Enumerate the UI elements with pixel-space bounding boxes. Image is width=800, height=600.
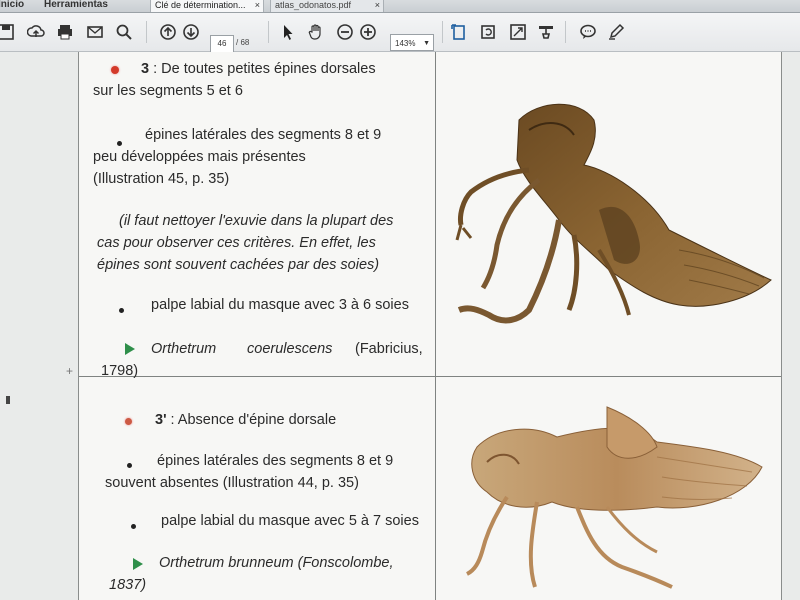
criterion-text: palpe labial du masque avec 3 à 6 soies [151, 297, 409, 313]
close-icon[interactable]: × [375, 0, 380, 11]
note-text: épines sont souvent cachées par des soie… [97, 257, 380, 273]
comment-icon[interactable] [578, 22, 598, 42]
couplet-number: 3' [155, 412, 167, 428]
select-arrow-icon[interactable] [278, 22, 298, 42]
page-edge-marker [6, 396, 10, 404]
bullet [131, 524, 136, 529]
bullet [119, 308, 124, 313]
zoom-select[interactable]: 143% ▼ [390, 34, 434, 51]
page-down-icon[interactable] [181, 22, 201, 42]
pdf-page: 3 : De toutes petites épines dorsales su… [78, 52, 782, 600]
toolbar-separator [442, 21, 443, 43]
document-viewport[interactable]: + 3 : De toutes petites épines dorsales … [0, 52, 800, 600]
criterion-text: palpe labial du masque avec 5 à 7 soies [161, 513, 419, 529]
page-total: / 68 [236, 38, 250, 47]
search-icon[interactable] [114, 22, 134, 42]
species-genus: Orthetrum [151, 341, 217, 357]
species-name: Orthetrum brunneum (Fonscolombe, [159, 555, 394, 571]
criterion-text: épines latérales des segments 8 et 9 [145, 127, 382, 143]
cloud-upload-icon[interactable] [26, 22, 46, 42]
fit-page-icon[interactable] [449, 22, 469, 42]
table-column-divider [435, 52, 436, 600]
red-bullet-icon [111, 66, 119, 74]
note-text: cas pour observer ces critères. En effet… [97, 235, 376, 251]
tab-atlas-odonatos[interactable]: atlas_odonatos.pdf × [270, 0, 384, 12]
bullet [127, 463, 132, 468]
table-row-divider [79, 376, 781, 377]
exuvia-brunneum-image [465, 406, 763, 589]
mail-icon[interactable] [85, 22, 105, 42]
page-up-icon[interactable] [158, 22, 178, 42]
couplet-3-title: 3 : De toutes petites épines dorsales [141, 58, 376, 80]
tab-cle-determination[interactable]: Clé de détermination... × [150, 0, 264, 12]
rotate-icon[interactable] [478, 22, 498, 42]
species-year: 1837) [109, 577, 147, 593]
toolbar-separator [146, 21, 147, 43]
tab-strip: Inicio Herramientas Clé de détermination… [0, 0, 800, 13]
tab-label: atlas_odonatos.pdf [275, 0, 352, 10]
species-author: (Fabricius, [355, 341, 423, 357]
criterion-text: épines latérales des segments 8 et 9 [157, 453, 394, 469]
green-arrow-icon [125, 343, 135, 355]
close-icon[interactable]: × [255, 0, 260, 11]
zoom-value: 143% [395, 39, 416, 48]
pen-icon[interactable] [606, 22, 626, 42]
illustration-reference: (Illustration 45, p. 35) [93, 171, 230, 187]
zoom-out-icon[interactable] [335, 22, 355, 42]
page-number-input[interactable]: 46 [210, 35, 234, 53]
couplet-3-title-text: : De toutes petites épines dorsales [149, 61, 376, 77]
toolbar-separator [565, 21, 566, 43]
cursor-crosshair-icon: + [66, 364, 74, 378]
species-epithet: coerulescens [247, 341, 333, 357]
couplet-3prime-title: 3' : Absence d'épine dorsale [155, 409, 336, 431]
species-year: 1798) [101, 363, 139, 379]
green-arrow-icon [133, 558, 143, 570]
exuvia-coerulescens-image [455, 103, 772, 324]
print-icon[interactable] [55, 22, 75, 42]
tab-label: Clé de détermination... [155, 0, 246, 10]
zoom-in-icon[interactable] [358, 22, 378, 42]
stamp-icon[interactable] [536, 22, 556, 42]
save-icon[interactable] [0, 22, 16, 42]
toolbar-separator [268, 21, 269, 43]
menu-herramientas[interactable]: Herramientas [44, 0, 108, 10]
hand-icon[interactable] [306, 22, 326, 42]
fit-width-icon[interactable] [508, 22, 528, 42]
menu-inicio[interactable]: Inicio [0, 0, 24, 10]
couplet-number: 3 [141, 61, 150, 77]
couplet-3-title-line2: sur les segments 5 et 6 [93, 83, 243, 99]
criterion-text: peu développées mais présentes [93, 149, 306, 165]
couplet-3prime-title-text: : Absence d'épine dorsale [166, 412, 337, 428]
toolbar: 46 / 68 143% ▼ [0, 13, 800, 53]
illustration-reference: souvent absentes (Illustration 44, p. 35… [105, 475, 359, 491]
red-bullet-icon [125, 418, 132, 425]
chevron-down-icon: ▼ [423, 40, 430, 47]
note-text: (il faut nettoyer l'exuvie dans la plupa… [119, 213, 394, 229]
